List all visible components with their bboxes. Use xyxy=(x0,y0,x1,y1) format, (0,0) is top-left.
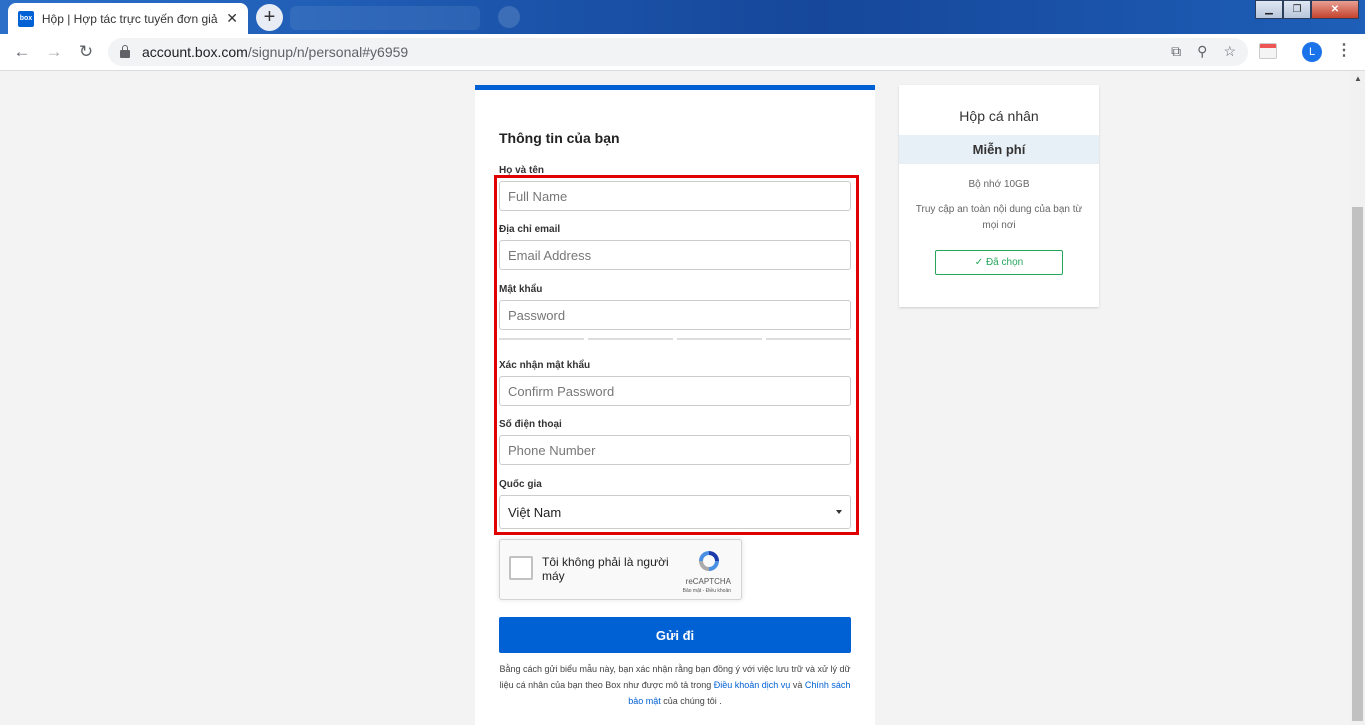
confirm-password-input[interactable] xyxy=(499,376,851,406)
full-name-label: Họ và tên xyxy=(499,165,545,176)
legal-suffix: của chúng tôi . xyxy=(663,696,722,706)
phone-input[interactable] xyxy=(499,435,851,465)
password-strength-meter xyxy=(499,338,851,340)
window-controls: ▁ ❐ ✕ xyxy=(1255,0,1359,19)
confirm-password-label: Xác nhận mật khẩu xyxy=(499,360,591,371)
page-scrollbar[interactable]: ▲ xyxy=(1350,71,1365,725)
country-label: Quốc gia xyxy=(499,479,542,490)
recaptcha-logo-icon xyxy=(699,551,719,571)
arrow-left-icon[interactable]: ← xyxy=(10,40,34,64)
browser-toolbar: ← → ↻ account.box.com/signup/n/personal#… xyxy=(0,34,1365,71)
strength-segment xyxy=(499,338,584,340)
recaptcha-checkbox[interactable] xyxy=(509,556,533,580)
close-tab-icon[interactable]: ✕ xyxy=(226,10,238,27)
strength-segment xyxy=(677,338,762,340)
calendar-extension-icon[interactable] xyxy=(1259,43,1277,59)
browser-tab-active[interactable]: box Hộp | Hợp tác trực tuyến đơn giản ✕ xyxy=(8,3,248,34)
tab-title: Hộp | Hợp tác trực tuyến đơn giản xyxy=(41,11,219,26)
profile-avatar[interactable]: L xyxy=(1302,42,1322,62)
minimize-button[interactable]: ▁ xyxy=(1255,0,1283,19)
plan-selected-button[interactable]: ✓ Đã chọn xyxy=(935,250,1063,275)
browser-tab-strip: box Hộp | Hợp tác trực tuyến đơn giản ✕ … xyxy=(0,0,1365,34)
arrow-right-icon[interactable]: → xyxy=(42,40,66,64)
lock-icon[interactable] xyxy=(120,44,130,58)
scroll-up-arrow-icon[interactable]: ▲ xyxy=(1354,74,1362,83)
email-label: Địa chỉ email xyxy=(499,224,561,235)
reload-icon[interactable]: ↻ xyxy=(74,40,98,64)
plan-price: Miễn phí xyxy=(899,135,1099,164)
recaptcha-widget: Tôi không phải là người máy reCAPTCHA Bả… xyxy=(499,539,742,600)
chevron-down-icon xyxy=(836,510,842,514)
background-tab-icon xyxy=(498,6,520,28)
country-select[interactable]: Việt Nam xyxy=(499,495,851,529)
background-tab[interactable] xyxy=(290,6,480,30)
scrollbar-thumb[interactable] xyxy=(1352,207,1363,721)
page-viewport: Thông tin của bạn Họ và tên Địa chỉ emai… xyxy=(0,71,1350,725)
plan-description: Truy cập an toàn nội dung của bạn từ mọi… xyxy=(915,204,1083,231)
plan-summary-card: Hộp cá nhân Miễn phí Bộ nhớ 10GB Truy cậ… xyxy=(899,85,1099,307)
password-label: Mật khẩu xyxy=(499,284,543,295)
recaptcha-links[interactable]: Bảo mật - Điều khoản xyxy=(683,588,731,594)
terms-of-service-link[interactable]: Điều khoản dịch vụ xyxy=(714,680,791,690)
translate-icon[interactable]: ⧉ xyxy=(1171,43,1181,60)
browser-menu-icon[interactable]: ⋮ xyxy=(1336,40,1352,60)
recaptcha-brand: reCAPTCHA xyxy=(685,577,731,586)
star-icon[interactable]: ☆ xyxy=(1223,43,1236,60)
plan-storage: Bộ nhớ 10GB xyxy=(968,179,1030,190)
recaptcha-label: Tôi không phải là người máy xyxy=(542,555,669,583)
phone-label: Số điện thoại xyxy=(499,419,562,430)
url-host: account.box.com xyxy=(142,44,248,60)
country-value: Việt Nam xyxy=(508,504,562,520)
submit-button[interactable]: Gửi đi xyxy=(499,617,851,653)
signup-form-card: Thông tin của bạn Họ và tên Địa chỉ emai… xyxy=(475,85,875,725)
new-tab-button[interactable]: + xyxy=(256,4,283,31)
plan-title: Hộp cá nhân xyxy=(959,108,1039,124)
section-title: Thông tin của bạn xyxy=(499,130,620,146)
zoom-icon[interactable]: ⚲ xyxy=(1197,43,1207,60)
address-bar[interactable]: account.box.com/signup/n/personal#y6959 … xyxy=(108,38,1248,66)
window-close-button[interactable]: ✕ xyxy=(1311,0,1359,19)
strength-segment xyxy=(588,338,673,340)
strength-segment xyxy=(766,338,851,340)
password-input[interactable] xyxy=(499,300,851,330)
legal-and: và xyxy=(792,680,803,690)
box-favicon-icon: box xyxy=(18,10,34,27)
maximize-button[interactable]: ❐ xyxy=(1283,0,1311,19)
email-input[interactable] xyxy=(499,240,851,270)
url-path: /signup/n/personal#y6959 xyxy=(247,44,409,60)
legal-notice: Bằng cách gửi biểu mẫu này, bạn xác nhận… xyxy=(499,661,851,709)
full-name-input[interactable] xyxy=(499,181,851,211)
